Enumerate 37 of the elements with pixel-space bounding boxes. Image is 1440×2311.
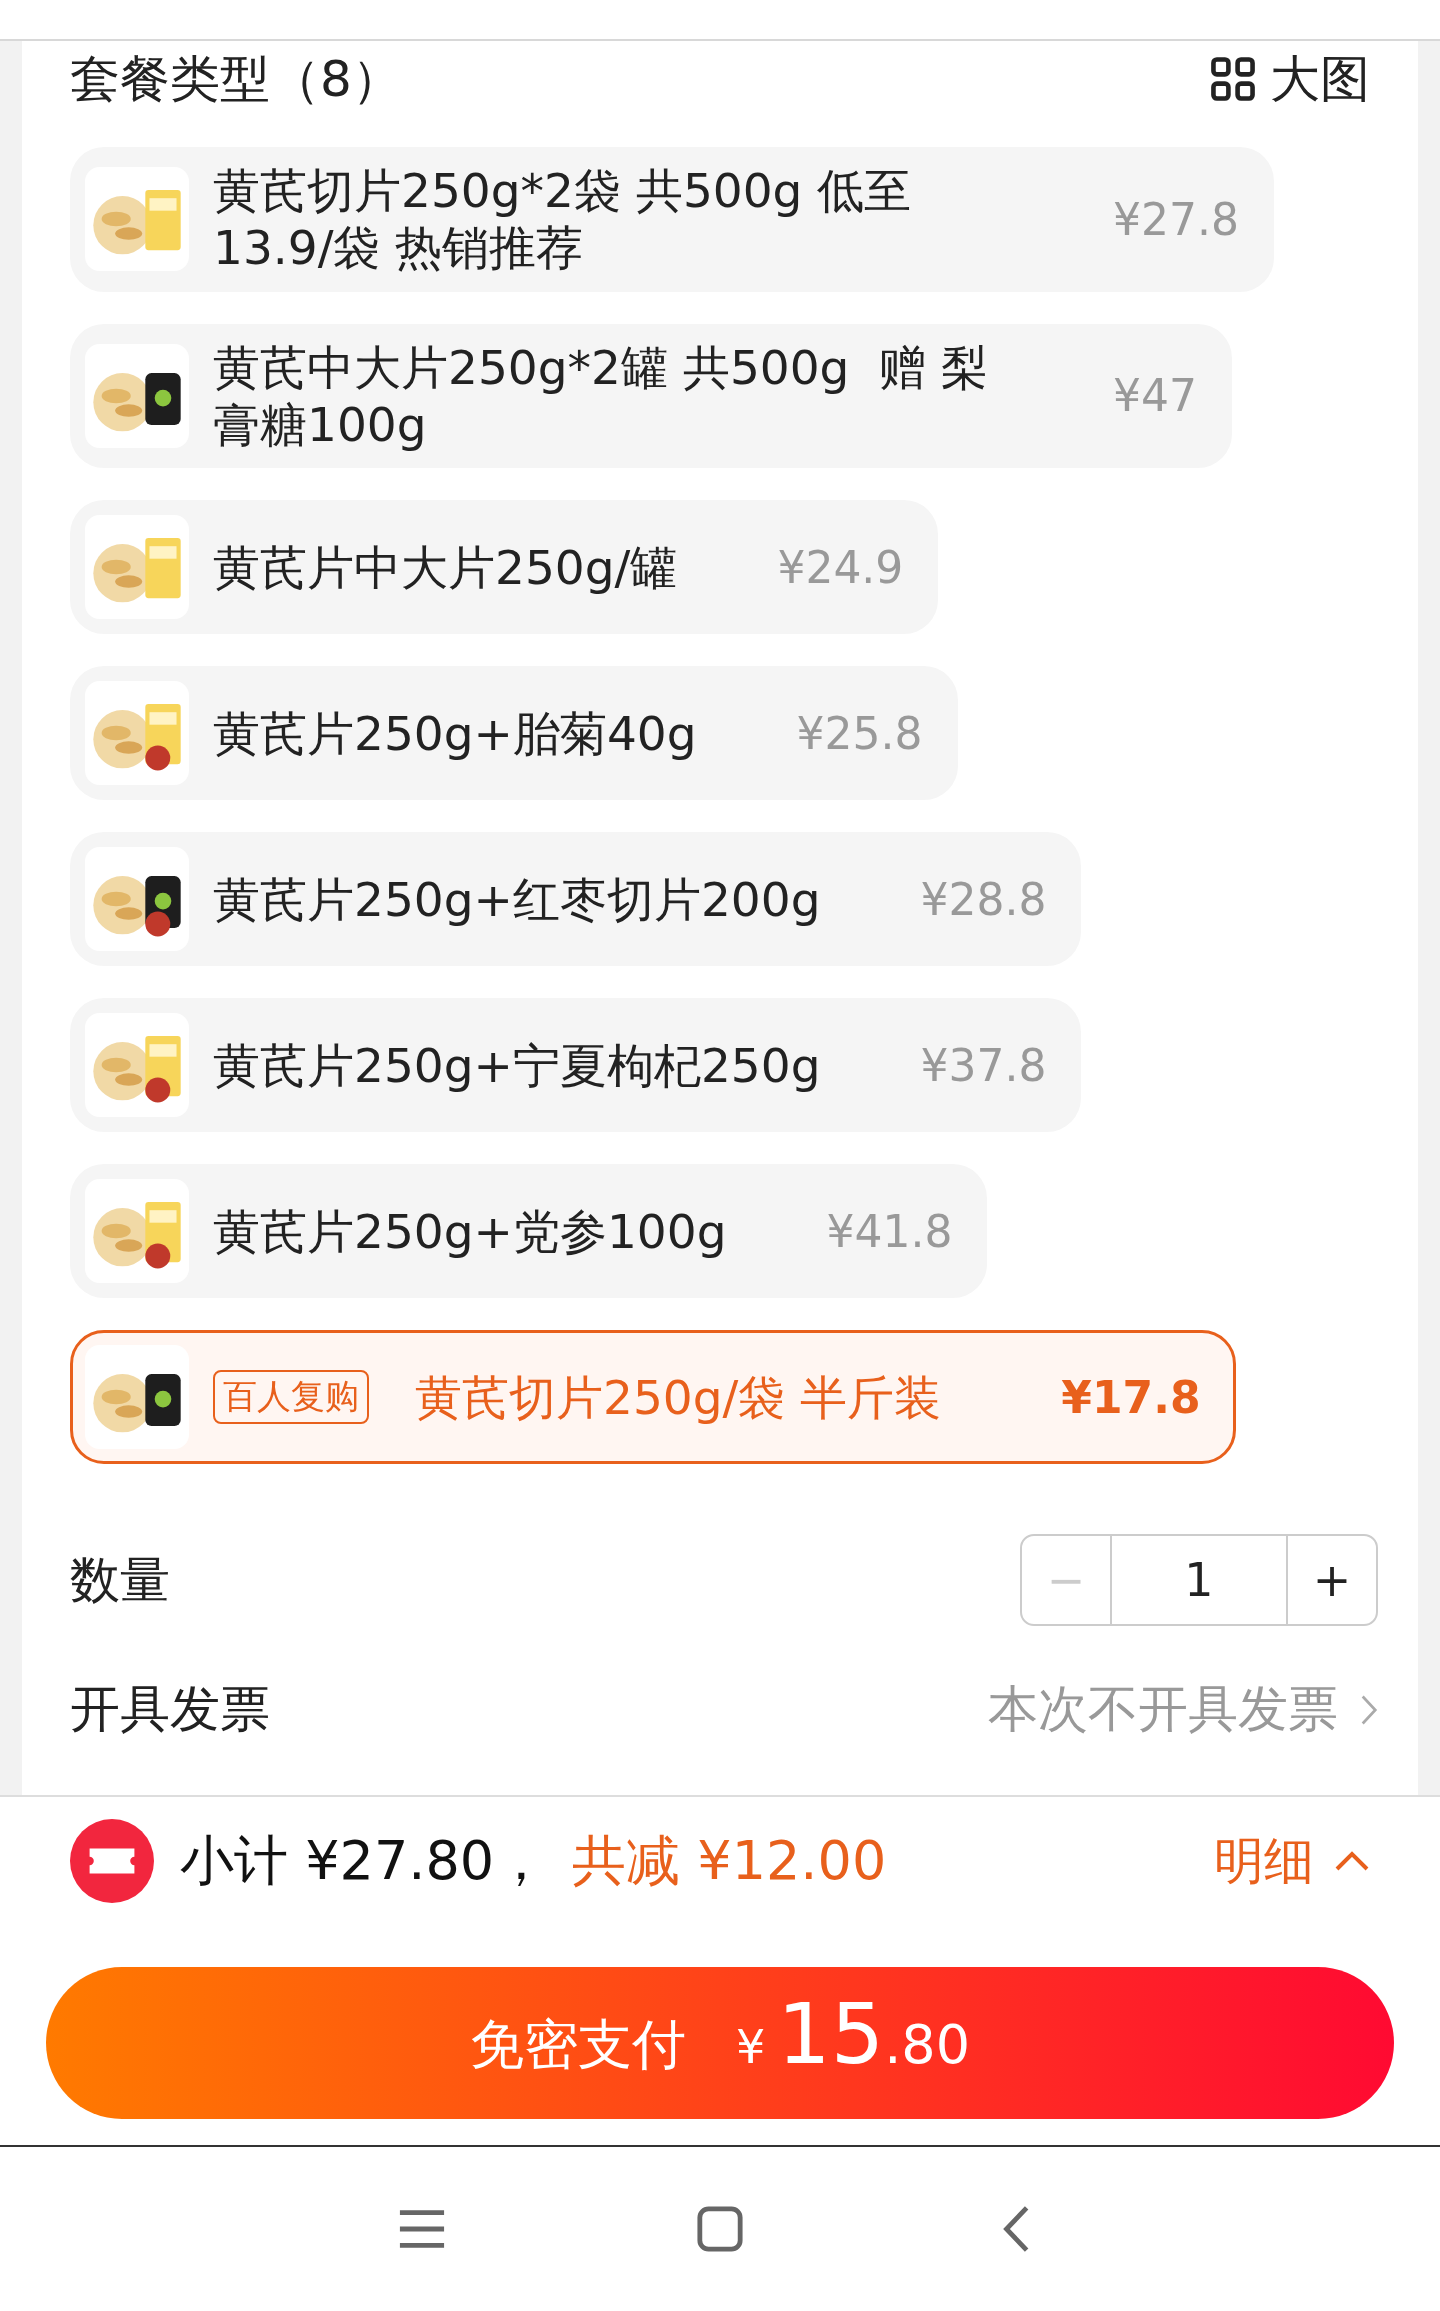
repurchase-tag: 百人复购 — [213, 1370, 369, 1425]
quantity-label: 数量 — [70, 1549, 170, 1611]
option-name: 黄芪片250g+宁夏枸杞250g — [213, 1036, 821, 1094]
option-item[interactable]: 黄芪片中大片250g/罐 ¥24.9 — [70, 500, 939, 635]
option-item[interactable]: 黄芪片250g+红枣切片200g ¥28.8 — [70, 832, 1082, 967]
invoice-label: 开具发票 — [70, 1679, 270, 1741]
option-item[interactable]: 黄芪片250g+胎菊40g ¥25.8 — [70, 666, 958, 801]
option-price: ¥25.8 — [795, 707, 923, 759]
option-item[interactable]: 黄芪切片250g*2袋 共500g 低至13.9/袋 热销推荐 ¥27.8 — [70, 147, 1274, 292]
option-name: 黄芪片250g+胎菊40g — [213, 704, 697, 762]
home-icon[interactable] — [696, 2205, 744, 2253]
option-item[interactable]: 黄芪中大片250g*2罐 共500g 赠 梨膏糖100g ¥47 — [70, 323, 1232, 469]
chevron-up-icon — [1334, 1850, 1370, 1872]
option-price: ¥37.8 — [919, 1039, 1047, 1091]
discount-text: 共减 ¥12.00 — [572, 1827, 887, 1894]
option-price: ¥28.8 — [919, 873, 1047, 925]
option-price: ¥24.9 — [776, 541, 904, 593]
option-price: ¥47 — [1112, 370, 1197, 422]
option-price: ¥17.8 — [1060, 1371, 1201, 1423]
quantity-stepper[interactable]: − 1 + — [1020, 1534, 1378, 1627]
increment-button[interactable]: + — [1288, 1536, 1376, 1625]
subtotal-text: 小计 ¥27.80， — [180, 1827, 549, 1894]
coupon-icon — [70, 1819, 154, 1903]
option-item[interactable]: 黄芪片250g+党参100g ¥41.8 — [70, 1164, 988, 1299]
option-name: 黄芪片中大片250g/罐 — [213, 538, 678, 596]
option-name: 黄芪切片250g/袋 半斤装 — [415, 1368, 942, 1426]
grid-icon — [1210, 56, 1256, 102]
option-name: 黄芪中大片250g*2罐 共500g 赠 梨膏糖100g — [213, 338, 990, 454]
option-name: 黄芪片250g+党参100g — [213, 1202, 727, 1260]
section-title: 套餐类型（8） — [70, 48, 402, 110]
pay-button[interactable]: 免密支付 ¥15.80 — [46, 1967, 1394, 2119]
option-name: 黄芪片250g+红枣切片200g — [213, 870, 821, 928]
option-name: 黄芪切片250g*2袋 共500g 低至13.9/袋 热销推荐 — [213, 162, 913, 277]
option-price: ¥27.8 — [1112, 193, 1239, 245]
option-item[interactable]: 黄芪片250g+宁夏枸杞250g ¥37.8 — [70, 998, 1082, 1133]
option-price: ¥41.8 — [825, 1205, 953, 1257]
view-toggle[interactable]: 大图 — [1210, 45, 1370, 113]
